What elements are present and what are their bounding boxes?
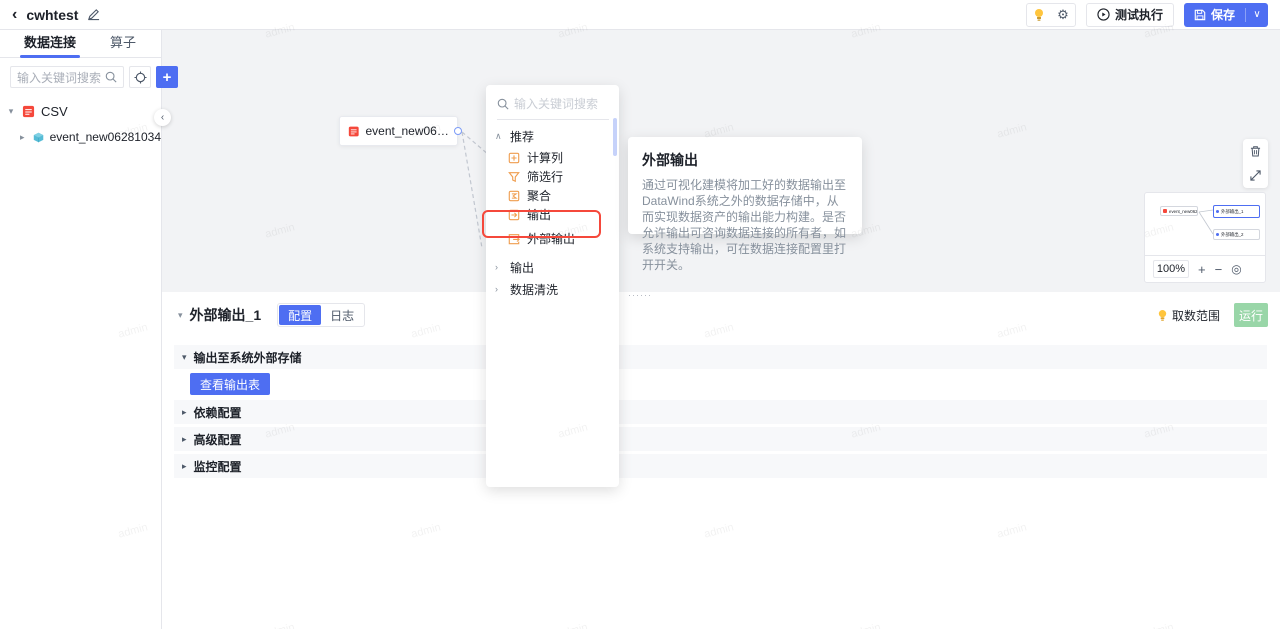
tab-config[interactable]: 配置 [279, 305, 322, 325]
page-title: cwhtest [26, 6, 79, 23]
menu-item-external-output[interactable]: 外部输出 [486, 229, 619, 248]
tree-item-label: CSV [41, 103, 68, 119]
search-icon [497, 98, 509, 110]
config-panel: ▾ 外部输出_1 配置 日志 取数范围 运行 ▾ 输出至系统外部存储 查看输出表… [162, 292, 1280, 629]
minimap-controls: 100% + − ◎ [1145, 255, 1265, 282]
menu-item-calc-column[interactable]: 计算列 [486, 148, 619, 167]
minimap-node-output2: 外部输出_2 [1213, 229, 1260, 240]
section-caret-right: ▸ [182, 406, 187, 417]
play-circle-icon [1097, 8, 1110, 21]
trash-icon[interactable] [1243, 139, 1268, 164]
dataset-cube-icon [33, 132, 43, 142]
node-label: event_new0628... [365, 124, 449, 138]
tab-operators[interactable]: 算子 [110, 30, 136, 58]
chevron-up-icon: ∧ [495, 130, 502, 141]
minimap-edges [1198, 209, 1214, 235]
section-dependency-config[interactable]: ▸ 依赖配置 [174, 400, 1267, 424]
panel-resize-handle[interactable]: ······ [0, 291, 1280, 300]
tooltip-body: 通过可视化建模将加工好的数据输出至DataWind系统之外的数据存储中，从而实现… [642, 178, 847, 272]
save-icon [1194, 9, 1206, 20]
sidebar-search-input[interactable]: 输入关键词搜索 [10, 66, 125, 88]
view-output-table-button[interactable]: 查看输出表 [190, 373, 271, 395]
tree-expand-caret[interactable]: ▸ [18, 132, 27, 143]
reset-view-icon[interactable]: ◎ [1231, 263, 1241, 275]
chevron-right-icon: › [495, 284, 498, 294]
hint-bulb-icon[interactable] [1027, 4, 1051, 26]
minimap-node-source: event_new0628... [1160, 206, 1198, 216]
minimap-node-output1: 外部输出_1 [1213, 205, 1260, 218]
crosshair-icon [133, 70, 147, 84]
menu-group-recommend[interactable]: ∧ 推荐 [486, 124, 619, 148]
section-external-storage[interactable]: ▾ 输出至系统外部存储 [174, 345, 1267, 369]
test-run-button[interactable]: 测试执行 [1085, 2, 1174, 27]
menu-group-output[interactable]: › 输出 [486, 255, 619, 279]
menu-group-data-clean[interactable]: › 数据清洗 [486, 277, 619, 301]
header-icon-group: ⚙ [1025, 2, 1076, 27]
panel-title: 外部输出_1 [189, 307, 262, 323]
tree-item-csv[interactable]: ▾ CSV [0, 98, 161, 124]
bulb-icon [1158, 309, 1167, 321]
section-caret-down: ▾ [182, 351, 187, 362]
menu-item-aggregate[interactable]: 聚合 [486, 186, 619, 205]
external-output-icon [508, 233, 520, 244]
save-button[interactable]: 保存 [1184, 6, 1245, 23]
add-connection-button[interactable]: + [156, 66, 179, 88]
canvas-node-event[interactable]: event_new0628... [339, 116, 458, 146]
sidebar-tabs: 数据连接 算子 [0, 30, 161, 58]
menu-search-input[interactable]: 输入关键词搜索 [497, 95, 609, 120]
calc-column-icon [508, 152, 520, 163]
top-bar: ‹ cwhtest ⚙ 测试执行 保存 ∨ [0, 0, 1280, 30]
panel-tab-group: 配置 日志 [277, 303, 366, 327]
edit-title-icon[interactable] [87, 8, 100, 21]
tree-expand-caret[interactable]: ▾ [6, 106, 16, 117]
back-icon[interactable]: ‹ [12, 6, 17, 23]
canvas-toolbar [1243, 139, 1268, 188]
section-advanced-config[interactable]: ▸ 高级配置 [174, 427, 1267, 451]
tab-logs[interactable]: 日志 [321, 305, 363, 325]
run-button[interactable]: 运行 [1234, 303, 1268, 327]
filter-funnel-icon [508, 171, 520, 182]
zoom-in-icon[interactable]: + [1198, 263, 1206, 276]
zoom-level[interactable]: 100% [1153, 260, 1189, 278]
csv-file-icon [348, 126, 359, 136]
operator-dropdown-menu: 输入关键词搜索 ∧ 推荐 计算列 筛选行 聚合 输出 外部输出 › 输出 › 数… [486, 85, 619, 487]
output-icon [508, 209, 520, 220]
chevron-right-icon: › [495, 262, 498, 272]
section-monitor-config[interactable]: ▸ 监控配置 [174, 454, 1267, 478]
minimap[interactable]: event_new0628... 外部输出_1 外部输出_2 100% + − … [1144, 192, 1266, 283]
save-dropdown-chevron[interactable]: ∨ [1246, 9, 1268, 20]
operator-tooltip-card: 外部输出 通过可视化建模将加工好的数据输出至DataWind系统之外的数据存储中… [628, 137, 862, 272]
menu-item-filter-row[interactable]: 筛选行 [486, 167, 619, 186]
panel-collapse-caret[interactable]: ▾ [178, 310, 183, 321]
tree-item-label: event_new06281034 [49, 130, 161, 144]
sidebar-collapse-button[interactable]: ‹ [154, 109, 171, 126]
left-sidebar: 数据连接 算子 输入关键词搜索 + ▾ CSV ▸ event_new06281… [0, 30, 179, 629]
fit-view-icon[interactable] [1243, 164, 1268, 189]
section-caret-right: ▸ [182, 460, 187, 471]
menu-item-output[interactable]: 输出 [486, 205, 619, 224]
locate-target-button[interactable] [129, 66, 152, 88]
save-split-button: 保存 ∨ [1183, 2, 1268, 27]
tree-item-event-table[interactable]: ▸ event_new06281034 [0, 124, 161, 150]
node-output-connector[interactable] [454, 127, 462, 135]
tab-data-connection[interactable]: 数据连接 [19, 30, 81, 58]
section-caret-right: ▸ [182, 433, 187, 444]
tooltip-title: 外部输出 [642, 152, 698, 168]
menu-scrollbar-thumb[interactable] [613, 118, 617, 156]
aggregate-icon [508, 190, 520, 201]
search-icon [105, 71, 117, 83]
csv-file-icon [22, 105, 35, 117]
data-range-button[interactable]: 取数范围 [1157, 307, 1220, 324]
settings-gear-icon[interactable]: ⚙ [1051, 4, 1075, 26]
zoom-out-icon[interactable]: − [1215, 263, 1223, 276]
